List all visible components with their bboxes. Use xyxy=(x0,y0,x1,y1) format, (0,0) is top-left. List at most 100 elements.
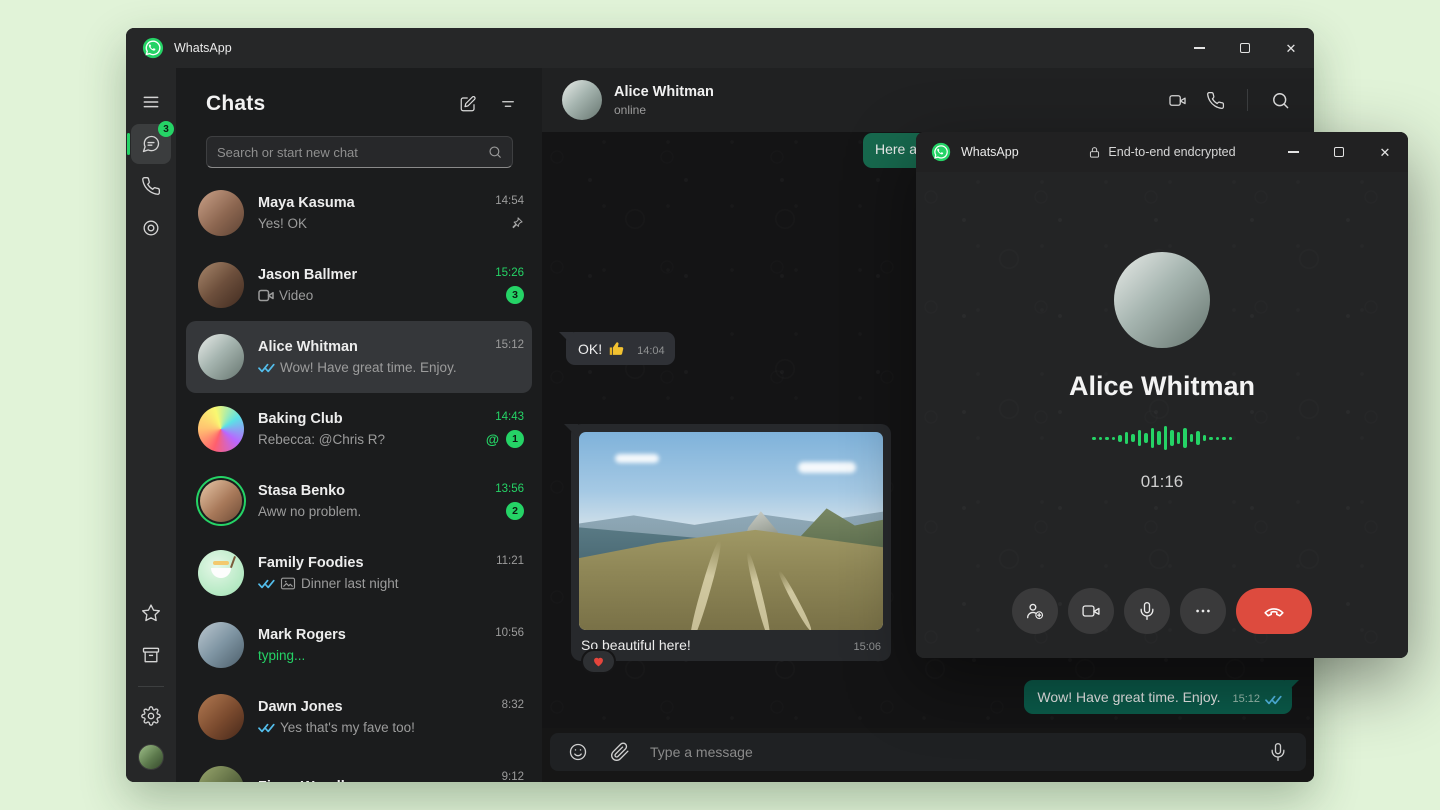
chat-list-item[interactable]: Mark Rogers typing... 10:56 xyxy=(186,609,532,681)
chat-preview: Yes! OK xyxy=(258,216,468,231)
video-call-button[interactable] xyxy=(1161,84,1193,116)
chat-preview: Aww no problem. xyxy=(258,504,468,519)
toggle-mic-button[interactable] xyxy=(1124,588,1170,634)
chat-preview-text: Aww no problem. xyxy=(258,504,361,519)
chat-list-item[interactable]: Ziggy Woodley 9:12 xyxy=(186,753,532,782)
chat-time: 10:56 xyxy=(495,627,524,639)
conversation-name: Alice Whitman xyxy=(614,84,714,100)
chats-panel: Chats Maya Kasuma xyxy=(176,68,542,782)
heart-emoji xyxy=(592,655,605,668)
chat-search-box[interactable] xyxy=(206,136,513,168)
chat-preview: typing... xyxy=(258,648,468,663)
chat-list-item[interactable]: Baking Club Rebecca: @Chris R? 14:43 @ 1 xyxy=(186,393,532,465)
filter-chats-button[interactable] xyxy=(492,88,524,120)
lock-icon xyxy=(1088,146,1101,159)
chat-list-item[interactable]: Alice Whitman Wow! Have great time. Enjo… xyxy=(186,321,532,393)
video-camera-icon xyxy=(1081,601,1101,621)
nav-settings-button[interactable] xyxy=(131,696,171,736)
nav-status-button[interactable] xyxy=(131,208,171,248)
chats-panel-title: Chats xyxy=(206,92,265,116)
chat-name: Maya Kasuma xyxy=(258,195,468,211)
emoji-button[interactable] xyxy=(566,740,590,764)
nav-calls-button[interactable] xyxy=(131,166,171,206)
person-plus-icon xyxy=(1025,601,1045,621)
rail-divider xyxy=(138,686,164,687)
unread-badge: 3 xyxy=(506,286,524,304)
whatsapp-logo-icon xyxy=(930,142,952,162)
incoming-photo-message[interactable]: So beautiful here! 15:06 xyxy=(571,424,891,661)
photo-landscape[interactable] xyxy=(579,432,883,630)
add-person-button[interactable] xyxy=(1012,588,1058,634)
chat-time: 15:12 xyxy=(495,339,524,351)
message-text: Wow! Have great time. Enjoy. xyxy=(1037,689,1220,705)
chat-time: 13:56 xyxy=(495,483,524,495)
microphone-icon xyxy=(1268,742,1288,762)
mic-button[interactable] xyxy=(1266,740,1290,764)
close-button[interactable]: ✕ xyxy=(1268,28,1314,68)
more-options-button[interactable] xyxy=(1180,588,1226,634)
message-input[interactable] xyxy=(650,744,1248,760)
outgoing-message-wow[interactable]: Wow! Have great time. Enjoy. 15:12 xyxy=(1024,680,1292,714)
minimize-button[interactable] xyxy=(1270,132,1316,172)
chat-list-item[interactable]: Family Foodies Dinner last night 11:21 xyxy=(186,537,532,609)
search-in-chat-button[interactable] xyxy=(1264,84,1296,116)
composer-area xyxy=(542,728,1314,782)
chat-list-item[interactable]: Jason Ballmer Video 15:26 3 xyxy=(186,249,532,321)
chat-preview: Wow! Have great time. Enjoy. xyxy=(258,360,468,375)
call-body: Alice Whitman 01:16 xyxy=(916,172,1408,658)
chat-name: Dawn Jones xyxy=(258,699,468,715)
pinned-icon xyxy=(510,216,524,230)
end-call-button[interactable] xyxy=(1236,588,1312,634)
chat-list-item[interactable]: Maya Kasuma Yes! OK 14:54 xyxy=(186,177,532,249)
call-window-title: WhatsApp xyxy=(961,145,1019,159)
voice-call-button[interactable] xyxy=(1199,84,1231,116)
voice-waveform xyxy=(1092,425,1232,451)
nav-starred-button[interactable] xyxy=(131,593,171,633)
read-receipt-double-tick-icon xyxy=(258,362,275,373)
header-divider xyxy=(1247,89,1248,111)
my-profile-avatar[interactable] xyxy=(138,744,164,770)
heart-reaction[interactable] xyxy=(581,649,616,674)
maximize-icon xyxy=(1334,147,1344,157)
menu-button[interactable] xyxy=(131,82,171,122)
chat-time: 8:32 xyxy=(502,699,524,711)
window-title: WhatsApp xyxy=(174,41,232,55)
conversation-status: online xyxy=(614,103,714,117)
chat-time: 14:54 xyxy=(495,195,524,207)
video-message-icon xyxy=(258,289,274,302)
message-text: Here a xyxy=(875,141,917,157)
maximize-button[interactable] xyxy=(1316,132,1362,172)
chats-unread-badge: 3 xyxy=(158,121,174,137)
conversation-avatar[interactable] xyxy=(562,80,602,120)
chat-preview: Rebecca: @Chris R? xyxy=(258,432,468,447)
chat-preview: Video xyxy=(258,288,468,303)
chat-avatar xyxy=(198,262,244,308)
nav-chats-button[interactable]: 3 xyxy=(131,124,171,164)
incoming-message-ok[interactable]: OK! 14:04 xyxy=(566,332,675,365)
chat-preview-text: Yes that's my fave too! xyxy=(280,720,415,735)
status-ring-icon xyxy=(141,218,161,238)
attach-button[interactable] xyxy=(608,740,632,764)
chat-preview-text: Rebecca: @Chris R? xyxy=(258,432,385,447)
close-button[interactable]: ✕ xyxy=(1362,132,1408,172)
chat-avatar xyxy=(198,622,244,668)
desktop: WhatsApp ✕ 3 xyxy=(0,0,1440,810)
photo-message-icon xyxy=(280,577,296,590)
toggle-video-button[interactable] xyxy=(1068,588,1114,634)
unread-badge: 2 xyxy=(506,502,524,520)
chat-search-input[interactable] xyxy=(217,145,488,160)
maximize-button[interactable] xyxy=(1222,28,1268,68)
hamburger-icon xyxy=(141,92,161,112)
smiley-icon xyxy=(568,742,588,762)
new-chat-button[interactable] xyxy=(452,88,484,120)
encryption-label: End-to-end endcrypted xyxy=(1108,145,1235,159)
chat-time: 14:43 xyxy=(495,411,524,423)
chat-name: Family Foodies xyxy=(258,555,468,571)
chat-list-item[interactable]: Dawn Jones Yes that's my fave too! 8:32 xyxy=(186,681,532,753)
minimize-button[interactable] xyxy=(1176,28,1222,68)
gear-icon xyxy=(141,706,161,726)
compose-icon xyxy=(459,95,477,113)
chat-list-item[interactable]: Stasa Benko Aww no problem. 13:56 2 xyxy=(186,465,532,537)
nav-archived-button[interactable] xyxy=(131,635,171,675)
call-controls xyxy=(1012,588,1312,634)
